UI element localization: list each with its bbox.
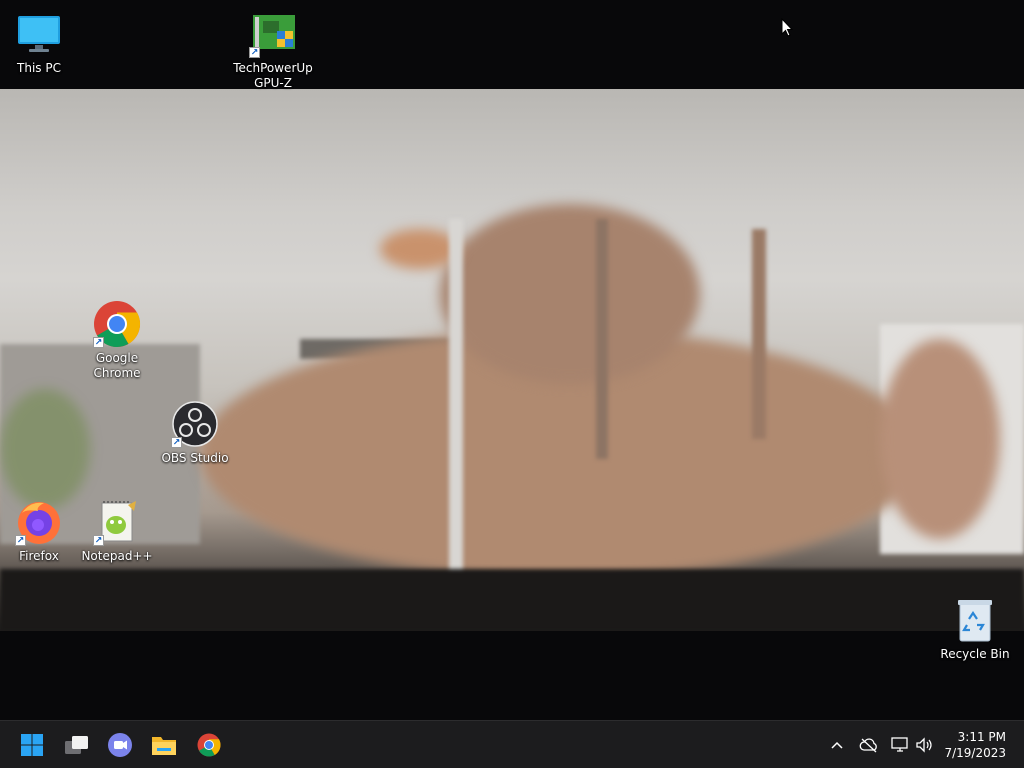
chrome-icon-shortcut[interactable]: ↗ Google Chrome [78,300,156,381]
gpuz-label-line2: GPU-Z [254,76,292,90]
gpuz-label-line1: TechPowerUp [233,61,313,75]
this-pc-label: This PC [17,61,61,75]
network-icon [891,737,908,752]
task-view-icon [65,736,88,754]
chrome-icon: ↗ [93,300,141,348]
gpuz-icon: ↗ [249,10,297,58]
onedrive-status-button[interactable] [856,721,882,768]
cloud-offline-icon [859,738,877,753]
volume-button[interactable] [912,721,936,768]
task-view-button[interactable] [60,728,94,762]
clock-time: 3:11 PM [957,730,1006,744]
shortcut-arrow-icon: ↗ [171,437,182,448]
shortcut-arrow-icon: ↗ [15,535,26,546]
taskbar: 3:11 PM 7/19/2023 [0,720,1024,768]
chrome-label-line2: Chrome [93,366,141,380]
folder-icon [152,737,176,755]
gpuz-label: TechPowerUp GPU-Z [233,61,313,91]
tray-overflow-button[interactable] [826,721,848,768]
gpuz-icon-shortcut[interactable]: ↗ TechPowerUp GPU-Z [233,10,313,91]
chat-icon [108,733,132,757]
firefox-icon-shortcut[interactable]: ↗ Firefox [0,498,78,564]
start-button[interactable] [15,728,49,762]
file-explorer-button[interactable] [147,728,181,762]
desktop[interactable]: This PC ↗ TechPowerUp GPU-Z ↗ Google Chr… [0,0,1024,720]
mouse-pointer-icon [781,18,793,37]
recycle-bin-icon-shortcut[interactable]: Recycle Bin [936,596,1014,662]
shortcut-arrow-icon: ↗ [93,535,104,546]
clock-date: 7/19/2023 [944,746,1006,760]
this-pc-icon-shortcut[interactable]: This PC [0,10,78,76]
recycle-bin-icon [951,596,999,644]
teams-chat-button[interactable] [103,728,137,762]
shortcut-arrow-icon: ↗ [93,337,104,348]
obs-icon: ↗ [171,400,219,448]
notepadpp-label: Notepad++ [81,549,153,563]
shortcut-arrow-icon: ↗ [249,47,260,58]
monitor-icon [15,10,63,58]
firefox-icon: ↗ [15,498,63,546]
chrome-taskbar-button[interactable] [192,728,226,762]
windows-logo-icon [21,734,43,756]
notepadpp-icon-shortcut[interactable]: ↗ Notepad++ [78,498,156,564]
speaker-icon [916,737,932,753]
network-status-button[interactable] [888,721,912,768]
chrome-label-line1: Google [95,351,139,365]
chrome-icon [197,733,221,757]
obs-label: OBS Studio [161,451,229,465]
taskbar-clock[interactable]: 3:11 PM 7/19/2023 [936,729,1006,761]
recycle-bin-label: Recycle Bin [940,647,1010,661]
chevron-up-icon [831,741,843,749]
chrome-label: Google Chrome [93,351,140,381]
notepadpp-icon: ↗ [93,498,141,546]
firefox-label: Firefox [19,549,59,563]
obs-icon-shortcut[interactable]: ↗ OBS Studio [156,400,234,466]
